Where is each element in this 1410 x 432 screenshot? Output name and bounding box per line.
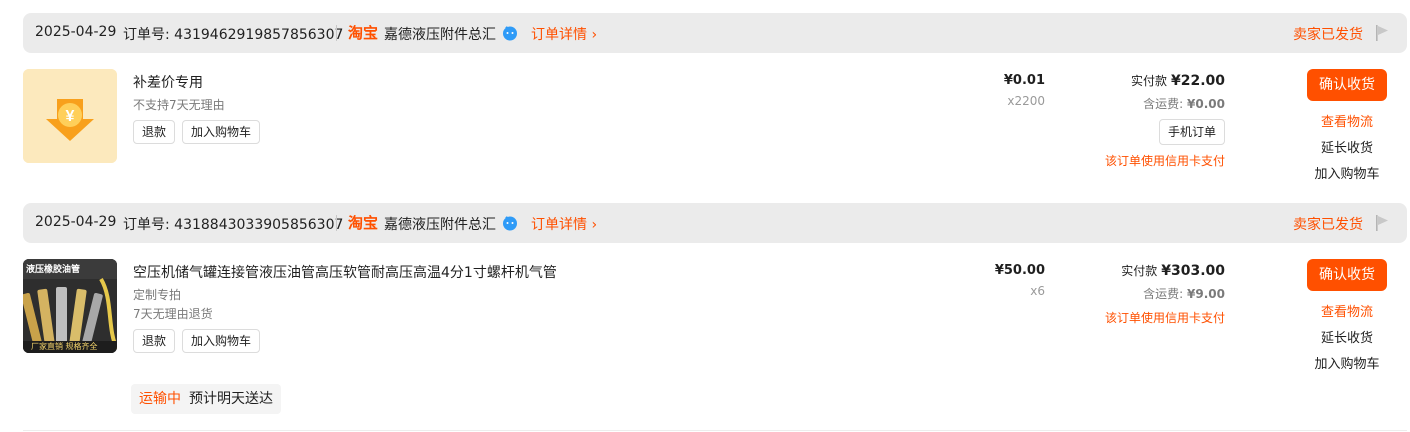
confirm-receipt-button[interactable]: 确认收货 (1307, 259, 1387, 291)
order-date: 2025-04-29 (35, 214, 117, 230)
image-caption-bottom: 厂家直销 规格齐全 (31, 342, 98, 351)
product-tag: 不支持7天无理由 (133, 98, 225, 112)
paid-value: ¥303.00 (1161, 263, 1225, 279)
shipping-fee: 含运费: ¥0.00 (1143, 95, 1225, 112)
order-status: 卖家已发货 (1293, 217, 1363, 233)
product-image[interactable]: ¥ (23, 69, 117, 163)
delivery-estimate: 预计明天送达 (189, 391, 273, 407)
order-detail-link[interactable]: 订单详情 › (531, 214, 597, 234)
chat-icon[interactable] (502, 215, 518, 231)
add-to-cart-link[interactable]: 加入购物车 (1300, 353, 1394, 372)
svg-text:¥: ¥ (66, 108, 75, 125)
shipping-value: ¥0.00 (1187, 97, 1225, 111)
extend-receipt-link[interactable]: 延长收货 (1300, 137, 1394, 156)
divider (336, 215, 337, 231)
taobao-logo: 淘宝 (348, 214, 379, 232)
order-number: 订单号: 4318843033905856307 (123, 217, 344, 233)
credit-card-note: 该订单使用信用卡支付 (1104, 154, 1225, 168)
order-header: 2025-04-29 订单号: 4319462919857856307 淘宝 嘉… (23, 13, 1407, 53)
shipping-status: 运输中 (139, 391, 181, 407)
shipping-status-box[interactable]: 运输中 预计明天送达 (131, 384, 281, 414)
divider (336, 25, 337, 41)
product-tag: 7天无理由退货 (133, 307, 213, 321)
image-caption-top: 液压橡胶油管 (26, 265, 81, 275)
add-to-cart-link[interactable]: 加入购物车 (1300, 163, 1394, 182)
extend-receipt-link[interactable]: 延长收货 (1300, 327, 1394, 346)
order-header: 2025-04-29 订单号: 4318843033905856307 淘宝 嘉… (23, 203, 1407, 243)
unit-price: ¥0.01 (1003, 73, 1045, 88)
order-date: 2025-04-29 (35, 24, 117, 40)
divider (23, 430, 1407, 431)
paid-value: ¥22.00 (1170, 73, 1225, 89)
quantity: x2200 (1007, 94, 1045, 108)
shipping-value: ¥9.00 (1187, 287, 1225, 301)
view-logistics-link[interactable]: 查看物流 (1300, 301, 1394, 320)
mobile-order-button[interactable]: 手机订单 (1158, 119, 1225, 145)
paid-amount: 实付款 ¥303.00 (1121, 262, 1225, 279)
shipping-fee: 含运费: ¥9.00 (1143, 285, 1225, 302)
price-diff-coin-icon: ¥ (23, 69, 117, 163)
unit-price: ¥50.00 (994, 263, 1045, 278)
chat-icon[interactable] (502, 25, 518, 41)
credit-card-note: 该订单使用信用卡支付 (1104, 311, 1225, 325)
shipping-label: 含运费: (1143, 97, 1184, 111)
shipping-label: 含运费: (1143, 287, 1184, 301)
order-number: 订单号: 4319462919857856307 (123, 27, 344, 43)
flag-icon[interactable] (1375, 24, 1389, 42)
order-status: 卖家已发货 (1293, 27, 1363, 43)
add-to-cart-button[interactable]: 加入购物车 (182, 120, 261, 144)
product-image[interactable]: 液压橡胶油管 厂家直销 规格齐全 (23, 259, 117, 353)
product-title[interactable]: 空压机储气罐连接管液压油管高压软管耐高压高温4分1寸螺杆机气管 (133, 262, 557, 282)
flag-icon[interactable] (1375, 214, 1389, 232)
paid-amount: 实付款 ¥22.00 (1131, 72, 1225, 89)
confirm-receipt-button[interactable]: 确认收货 (1307, 69, 1387, 101)
order-detail-link[interactable]: 订单详情 › (531, 24, 597, 44)
view-logistics-link[interactable]: 查看物流 (1300, 111, 1394, 130)
product-tag: 定制专拍 (133, 288, 182, 302)
paid-label: 实付款 (1130, 74, 1167, 88)
shop-name[interactable]: 嘉德液压附件总汇 (384, 214, 496, 234)
refund-button[interactable]: 退款 (133, 120, 176, 144)
shop-name[interactable]: 嘉德液压附件总汇 (384, 24, 496, 44)
taobao-logo: 淘宝 (348, 24, 379, 42)
quantity: x6 (1030, 284, 1045, 298)
paid-label: 实付款 (1121, 264, 1158, 278)
product-title[interactable]: 补差价专用 (133, 72, 203, 92)
refund-button[interactable]: 退款 (133, 329, 176, 353)
add-to-cart-button[interactable]: 加入购物车 (182, 329, 261, 353)
